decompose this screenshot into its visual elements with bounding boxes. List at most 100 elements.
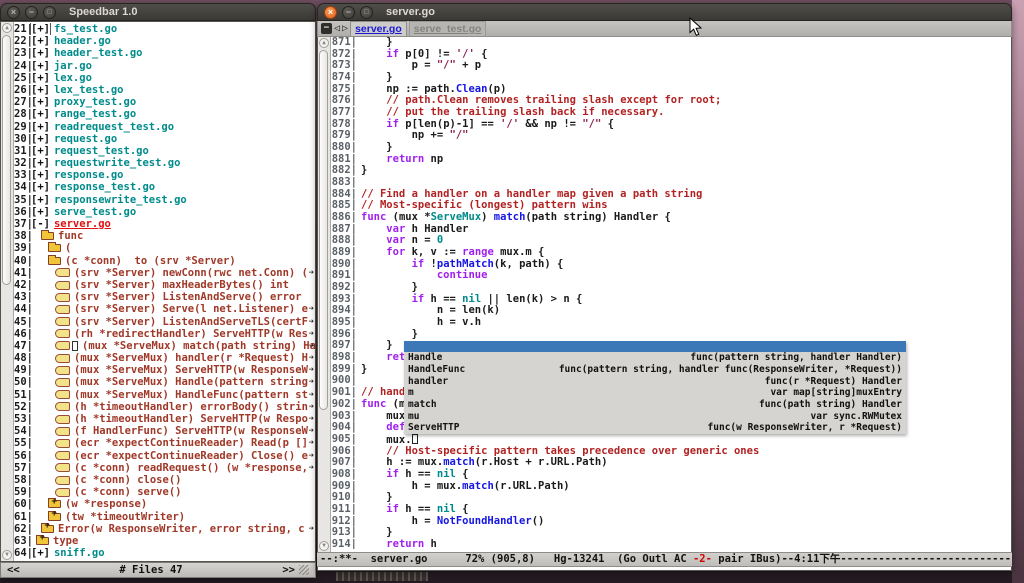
tab-server-go[interactable]: server.go — [350, 21, 407, 36]
tag-label[interactable]: (srv *Server) ListenAndServeTLS(certF — [74, 316, 308, 328]
completion-item[interactable]: Handlefunc(pattern string, handler Handl… — [404, 352, 906, 364]
tag-icon[interactable] — [55, 329, 70, 338]
tag-label[interactable]: (c *conn) close() — [74, 474, 181, 486]
expand-toggle-icon[interactable]: [+] — [31, 35, 50, 47]
close-icon[interactable]: × — [324, 6, 337, 19]
tabbar-minus-button[interactable]: − — [321, 23, 332, 34]
expand-toggle-icon[interactable]: [+] — [31, 121, 50, 133]
editor-scrollbar[interactable]: ▲ ▼ — [318, 37, 331, 552]
folder-closed-icon[interactable] — [48, 513, 61, 521]
folder-closed-icon[interactable] — [36, 537, 49, 545]
speedbar-item[interactable]: 31|[+]request_test.go — [14, 145, 315, 157]
tag-label[interactable]: (mux *ServeMux) match(path string) Ha — [82, 340, 315, 352]
speedbar-item[interactable]: 33|[+]response.go — [14, 169, 315, 181]
code-line[interactable]: 895| h = v.h — [331, 317, 1011, 329]
speedbar-item[interactable]: 52|(h *timeoutHandler) errorBody() strin… — [14, 401, 315, 413]
tag-icon[interactable] — [55, 317, 70, 326]
file-name[interactable]: range_test.go — [54, 108, 136, 120]
completion-item[interactable]: ServeHTTPfunc(w ResponseWriter, r *Reque… — [404, 422, 906, 434]
code-line[interactable]: 914| return h — [331, 539, 1011, 549]
speedbar-item[interactable]: 29|[+]readrequest_test.go — [14, 121, 315, 133]
tag-label[interactable]: (ecr *expectContinueReader) Read(p [] — [74, 437, 308, 449]
tag-label[interactable]: ( — [65, 242, 71, 254]
speedbar-item[interactable]: 62|Error(w ResponseWriter, error string,… — [14, 523, 315, 535]
code-line[interactable]: 873| p = "/" + p — [331, 60, 1011, 72]
speedbar-item[interactable]: 30|[+]request.go — [14, 133, 315, 145]
speedbar-scroll-left[interactable]: << — [7, 564, 20, 576]
speedbar-item[interactable]: 26|[+]lex_test.go — [14, 84, 315, 96]
file-name[interactable]: server.go — [54, 218, 111, 230]
expand-toggle-icon[interactable]: [+] — [31, 84, 50, 96]
speedbar-item[interactable]: 24|[+]jar.go — [14, 60, 315, 72]
speedbar-item[interactable]: 47|(mux *ServeMux) match(path string) Ha… — [14, 340, 315, 352]
speedbar-scrollbar[interactable]: ▲ ▼ — [1, 22, 14, 561]
file-name[interactable]: response.go — [54, 169, 124, 181]
tag-label[interactable]: (srv *Server) Serve(l net.Listener) e — [74, 303, 308, 315]
speedbar-item[interactable]: 54|(f HandlerFunc) ServeHTTP(w ResponseW… — [14, 425, 315, 437]
speedbar-item[interactable]: 55|(ecr *expectContinueReader) Read(p []… — [14, 437, 315, 449]
speedbar-item[interactable]: 48|(mux *ServeMux) handler(r *Request) H… — [14, 352, 315, 364]
folder-closed-icon[interactable] — [48, 500, 61, 508]
speedbar-item[interactable]: 60|(w *response) — [14, 498, 315, 510]
tag-label[interactable]: (h *timeoutHandler) errorBody() strin — [74, 401, 308, 413]
scroll-up-icon[interactable]: ▲ — [319, 38, 329, 48]
speedbar-item[interactable]: 42|(srv *Server) maxHeaderBytes() int — [14, 279, 315, 291]
speedbar-item[interactable]: 45|(srv *Server) ListenAndServeTLS(certF… — [14, 316, 315, 328]
speedbar-item[interactable]: 40|(c *conn) to (srv *Server) — [14, 255, 315, 267]
expand-toggle-icon[interactable]: [+] — [31, 108, 50, 120]
completion-item[interactable]: muvar sync.RWMutex — [404, 411, 906, 423]
expand-toggle-icon[interactable]: [+] — [31, 194, 50, 206]
tag-label[interactable]: (mux *ServeMux) handler(r *Request) H — [74, 352, 308, 364]
completion-item[interactable]: HandleFuncfunc(pattern string, handler f… — [404, 364, 906, 376]
tag-icon[interactable] — [55, 439, 70, 448]
speedbar-item[interactable]: 63|type — [14, 535, 315, 547]
tag-label[interactable]: func — [58, 230, 83, 242]
code-line[interactable]: 882|} — [331, 165, 1011, 177]
expand-toggle-icon[interactable]: [+] — [31, 157, 50, 169]
tab-next-icon[interactable]: ▷ — [342, 23, 348, 34]
speedbar-item[interactable]: 50|(mux *ServeMux) Handle(pattern string… — [14, 376, 315, 388]
tag-label[interactable]: (c *conn) to (srv *Server) — [65, 255, 236, 267]
minimize-icon[interactable]: − — [25, 6, 38, 19]
file-name[interactable]: request_test.go — [54, 145, 149, 157]
file-name[interactable]: lex_test.go — [54, 84, 124, 96]
tag-icon[interactable] — [55, 451, 70, 460]
editor-content[interactable]: ▲ ▼ 871| }872| if p[0] != '/' {873| p = … — [317, 37, 1012, 552]
tag-label[interactable]: (tw *timeoutWriter) — [65, 511, 185, 523]
tag-label[interactable]: (f HandlerFunc) ServeHTTP(w ResponseW — [74, 425, 308, 437]
tag-icon[interactable] — [55, 378, 70, 387]
tag-label[interactable]: (w *response) — [65, 498, 147, 510]
folder-open-icon[interactable] — [48, 244, 61, 252]
speedbar-item[interactable]: 38|func — [14, 230, 315, 242]
tag-icon[interactable] — [55, 366, 70, 375]
tag-label[interactable]: (srv *Server) maxHeaderBytes() int — [74, 279, 289, 291]
speedbar-item[interactable]: 34|[+]response_test.go — [14, 181, 315, 193]
speedbar-item[interactable]: 57|(c *conn) readRequest() (w *response,… — [14, 462, 315, 474]
file-name[interactable]: fs_test.go — [54, 23, 117, 35]
tag-icon[interactable] — [55, 476, 70, 485]
file-name[interactable]: jar.go — [54, 60, 92, 72]
speedbar-item[interactable]: 32|[+]requestwrite_test.go — [14, 157, 315, 169]
code-line[interactable]: 896| } — [331, 329, 1011, 341]
folder-closed-icon[interactable] — [41, 525, 54, 533]
tag-icon[interactable] — [55, 427, 70, 436]
tag-icon[interactable] — [55, 463, 70, 472]
code-area[interactable]: 871| }872| if p[0] != '/' {873| p = "/" … — [331, 37, 1011, 549]
code-line[interactable]: 912| h = NotFoundHandler() — [331, 516, 1011, 528]
close-icon[interactable]: × — [7, 6, 20, 19]
speedbar-item[interactable]: 37|[-]server.go — [14, 218, 315, 230]
code-line[interactable]: 909| h = mux.match(r.URL.Path) — [331, 481, 1011, 493]
file-name[interactable]: lex.go — [54, 72, 92, 84]
tag-icon[interactable] — [55, 281, 70, 290]
tag-label[interactable]: (mux *ServeMux) Handle(pattern string — [74, 376, 308, 388]
speedbar-item[interactable]: 58|(c *conn) close() — [14, 474, 315, 486]
file-name[interactable]: response_test.go — [54, 181, 155, 193]
expand-toggle-icon[interactable]: [+] — [31, 181, 50, 193]
speedbar-item[interactable]: 61|(tw *timeoutWriter) — [14, 511, 315, 523]
maximize-icon[interactable]: □ — [43, 6, 56, 19]
speedbar-item[interactable]: 25|[+]lex.go — [14, 72, 315, 84]
scrollbar-thumb[interactable] — [2, 35, 11, 285]
file-name[interactable]: header_test.go — [54, 47, 143, 59]
tag-icon[interactable] — [55, 488, 70, 497]
speedbar-item[interactable]: 46|(rh *redirectHandler) ServeHTTP(w Res… — [14, 328, 315, 340]
